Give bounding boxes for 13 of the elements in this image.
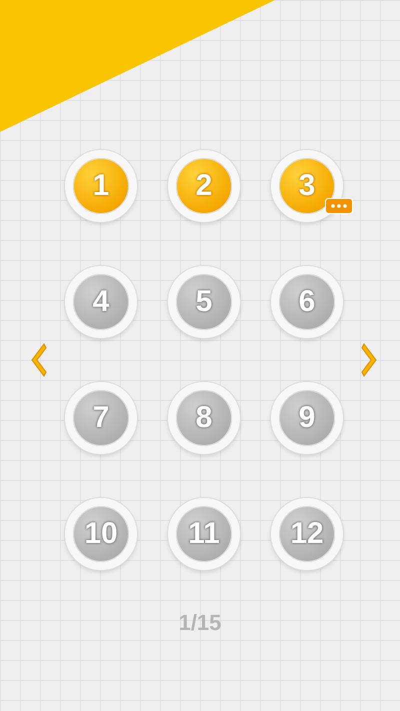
locked-level-button[interactable]: 7 <box>65 382 137 454</box>
locked-level-button[interactable]: 8 <box>168 382 240 454</box>
locked-level-button[interactable]: 5 <box>168 266 240 338</box>
locked-level-button[interactable]: 4 <box>65 266 137 338</box>
locked-level-button[interactable]: 10 <box>65 498 137 570</box>
level-button[interactable]: 1 <box>65 150 137 222</box>
level-button[interactable]: 3 <box>271 150 343 222</box>
locked-level-button[interactable]: 9 <box>271 382 343 454</box>
level-button[interactable]: 2 <box>168 150 240 222</box>
locked-level-button[interactable]: 12 <box>271 498 343 570</box>
locked-level-button[interactable]: 11 <box>168 498 240 570</box>
page-indicator: 1/15 <box>178 610 222 636</box>
locked-level-button[interactable]: 6 <box>271 266 343 338</box>
